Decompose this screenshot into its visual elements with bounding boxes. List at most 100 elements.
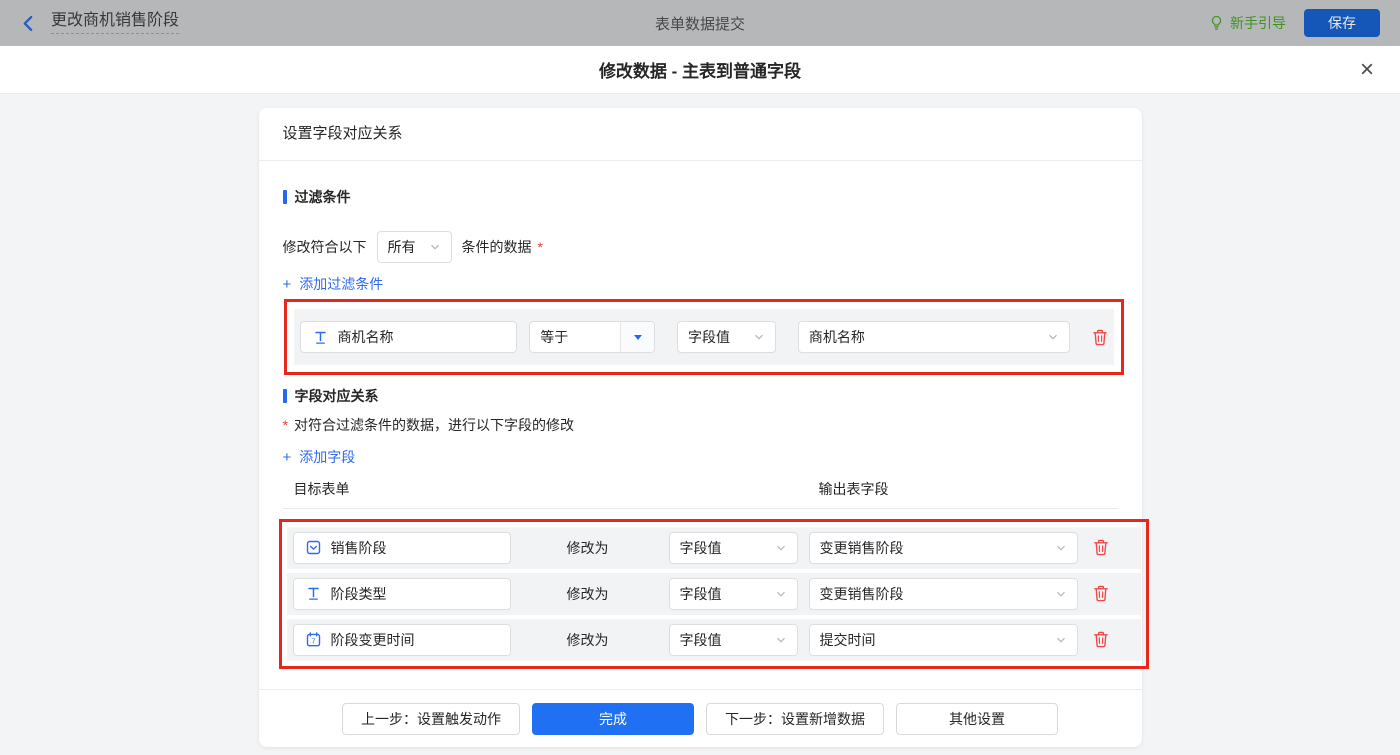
target-field-value: 阶段变更时间: [330, 631, 415, 648]
target-field-input[interactable]: 7 阶段变更时间: [292, 623, 511, 656]
filter-field-input[interactable]: 商机名称: [299, 321, 518, 354]
output-field-select[interactable]: 变更销售阶段: [808, 577, 1078, 610]
delete-row-button[interactable]: [1093, 631, 1109, 648]
panel-body: 设置字段对应关系 过滤条件 修改符合以下 所有 条件的数据 * + 添加过滤条件…: [0, 94, 1400, 747]
top-bar: 更改商机销售阶段 表单数据提交 新手引导 保存: [0, 0, 1400, 46]
chevron-down-icon: [775, 542, 787, 554]
filter-condition-highlight-box: 商机名称 等于 字段值 商机名称: [283, 299, 1124, 376]
filter-section-label: 过滤条件: [294, 189, 351, 205]
output-field-value: 变更销售阶段: [819, 585, 904, 602]
card-body: 过滤条件 修改符合以下 所有 条件的数据 * + 添加过滤条件 商机名称 等于 …: [259, 161, 1149, 669]
value-type-select[interactable]: 字段值: [668, 623, 798, 656]
output-field-select[interactable]: 变更销售阶段: [808, 531, 1078, 564]
date-field-icon: 7: [306, 632, 321, 647]
match-mode-value: 所有: [387, 239, 416, 256]
required-mark: *: [282, 417, 288, 434]
back-button[interactable]: [20, 15, 37, 32]
trash-icon: [1093, 539, 1109, 556]
flow-title[interactable]: 更改商机销售阶段: [51, 12, 180, 34]
mapping-column-headers: 目标表单 输出表字段: [282, 481, 1118, 509]
trash-icon: [1093, 585, 1109, 602]
add-field-link[interactable]: + 添加字段: [283, 449, 356, 465]
match-mode-select[interactable]: 所有: [376, 231, 452, 264]
filter-condition-panel: 商机名称 等于 字段值 商机名称: [293, 309, 1114, 366]
mapping-row: 阶段类型 修改为 字段值 变更销售阶段: [286, 572, 1141, 615]
value-type-value: 字段值: [679, 585, 722, 602]
text-field-icon: [306, 586, 321, 601]
filter-value-select[interactable]: 商机名称: [797, 321, 1070, 354]
save-button[interactable]: 保存: [1304, 9, 1380, 37]
section-accent-bar: [282, 190, 287, 205]
mapping-row: 销售阶段 修改为 字段值 变更销售阶段: [286, 526, 1141, 569]
plus-icon: +: [282, 448, 292, 466]
chevron-down-icon: [753, 331, 765, 343]
text-field-icon: [313, 330, 328, 345]
card-header-title: 设置字段对应关系: [258, 108, 1142, 161]
chevron-down-icon: [429, 241, 441, 253]
output-field-select[interactable]: 提交时间: [808, 623, 1078, 656]
panel-header: 修改数据 - 主表到普通字段 ×: [0, 46, 1400, 94]
value-type-select[interactable]: 字段值: [668, 531, 798, 564]
modify-to-label: 修改为: [566, 539, 609, 556]
target-field-value: 销售阶段: [330, 539, 387, 556]
value-type-select[interactable]: 字段值: [668, 577, 798, 610]
field-mapping-card: 设置字段对应关系 过滤条件 修改符合以下 所有 条件的数据 * + 添加过滤条件…: [258, 108, 1149, 747]
operator-select[interactable]: 等于: [529, 321, 656, 354]
close-icon[interactable]: ×: [1360, 57, 1374, 82]
other-settings-button[interactable]: 其他设置: [896, 702, 1058, 735]
filter-field-value: 商机名称: [337, 329, 394, 346]
chevron-down-icon: [775, 588, 787, 600]
trash-icon: [1092, 329, 1108, 346]
mapping-note-text: 对符合过滤条件的数据，进行以下字段的修改: [293, 417, 574, 434]
chevron-down-icon: [1055, 588, 1067, 600]
select-field-icon: [306, 540, 321, 555]
topbar-actions: 新手引导 保存: [1209, 9, 1380, 37]
match-suffix-text: 条件的数据: [461, 239, 532, 256]
target-field-input[interactable]: 销售阶段: [292, 531, 511, 564]
chevron-down-icon: [1055, 634, 1067, 646]
add-filter-condition-label: 添加过滤条件: [299, 276, 384, 293]
mapping-section-label: 字段对应关系: [294, 388, 379, 405]
mapping-section-title: 字段对应关系: [282, 388, 1118, 405]
add-filter-condition-link[interactable]: + 添加过滤条件: [283, 276, 384, 292]
mapping-row: 7 阶段变更时间 修改为 字段值 提交时间: [286, 618, 1141, 661]
chevron-down-icon: [1047, 331, 1059, 343]
beginner-guide-link[interactable]: 新手引导: [1209, 13, 1286, 33]
target-field-value: 阶段类型: [330, 585, 387, 602]
filter-value-type: 字段值: [688, 329, 731, 346]
delete-row-button[interactable]: [1093, 585, 1109, 602]
svg-text:7: 7: [311, 637, 315, 646]
modify-to-label: 修改为: [566, 631, 609, 648]
section-accent-bar: [282, 389, 287, 404]
delete-condition-button[interactable]: [1092, 329, 1108, 346]
caret-down-icon: [620, 322, 655, 353]
target-field-input[interactable]: 阶段类型: [292, 577, 511, 610]
output-field-value: 变更销售阶段: [819, 539, 904, 556]
value-type-value: 字段值: [679, 539, 722, 556]
node-title: 表单数据提交: [654, 15, 745, 33]
operator-value: 等于: [540, 329, 569, 346]
next-step-button[interactable]: 下一步：设置新增数据: [706, 702, 884, 735]
prev-step-button[interactable]: 上一步：设置触发动作: [342, 702, 520, 735]
card-footer: 上一步：设置触发动作 完成 下一步：设置新增数据 其他设置: [258, 688, 1142, 747]
filter-value: 商机名称: [808, 329, 865, 346]
panel-title: 修改数据 - 主表到普通字段: [598, 62, 802, 81]
modify-to-label: 修改为: [566, 585, 609, 602]
value-type-value: 字段值: [679, 631, 722, 648]
delete-row-button[interactable]: [1093, 539, 1109, 556]
output-field-value: 提交时间: [819, 631, 876, 648]
required-mark: *: [537, 239, 543, 256]
filter-section-title: 过滤条件: [282, 189, 1118, 205]
trash-icon: [1093, 631, 1109, 648]
chevron-down-icon: [775, 634, 787, 646]
output-field-column-header: 输出表字段: [818, 481, 889, 498]
lightbulb-icon: [1209, 15, 1224, 31]
match-condition-row: 修改符合以下 所有 条件的数据 *: [282, 231, 1118, 264]
mapping-note: * 对符合过滤条件的数据，进行以下字段的修改: [283, 417, 1118, 433]
match-prefix-text: 修改符合以下: [282, 239, 367, 256]
plus-icon: +: [282, 275, 292, 293]
target-form-column-header: 目标表单: [293, 481, 350, 498]
filter-value-type-select[interactable]: 字段值: [677, 321, 776, 354]
done-button[interactable]: 完成: [532, 702, 694, 735]
beginner-guide-label: 新手引导: [1230, 15, 1286, 31]
